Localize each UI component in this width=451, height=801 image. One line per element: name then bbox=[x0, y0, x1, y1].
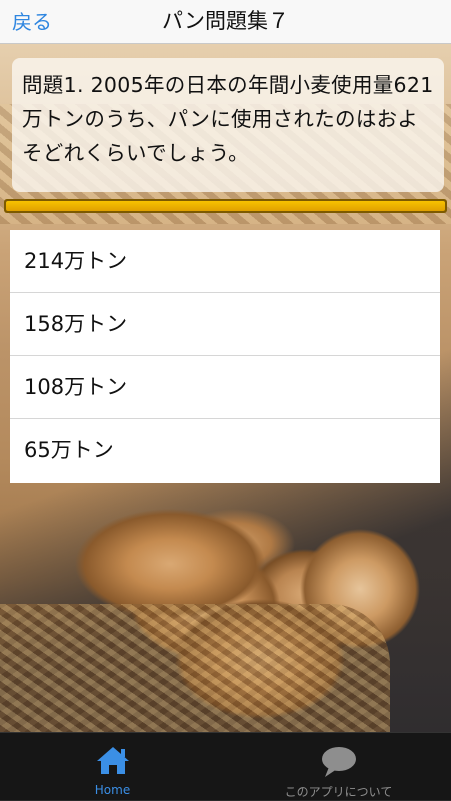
tab-home[interactable]: Home bbox=[0, 733, 225, 801]
tab-label: Home bbox=[94, 783, 131, 797]
progress-bar-fill bbox=[6, 201, 445, 211]
progress-bar bbox=[4, 199, 447, 213]
question-card: 問題1. 2005年の日本の年間小麦使用量621万トンのうち、パンに使用されたの… bbox=[12, 58, 444, 192]
answer-option[interactable]: 108万トン bbox=[10, 356, 440, 419]
answer-option[interactable]: 158万トン bbox=[10, 293, 440, 356]
answer-option[interactable]: 214万トン bbox=[10, 230, 440, 293]
tab-about[interactable]: このアプリについて bbox=[226, 733, 451, 801]
tab-label: このアプリについて bbox=[284, 785, 393, 799]
tab-bar: Home このアプリについて bbox=[0, 732, 451, 800]
page-title: パン問題集７ bbox=[161, 9, 290, 33]
question-text: 問題1. 2005年の日本の年間小麦使用量621万トンのうち、パンに使用されたの… bbox=[22, 73, 434, 165]
answer-list: 214万トン 158万トン 108万トン 65万トン bbox=[10, 230, 440, 483]
answer-option[interactable]: 65万トン bbox=[10, 419, 440, 483]
navigation-bar: 戻る パン問題集７ bbox=[0, 0, 451, 44]
home-icon bbox=[95, 745, 131, 779]
speech-bubble-icon bbox=[319, 745, 359, 783]
